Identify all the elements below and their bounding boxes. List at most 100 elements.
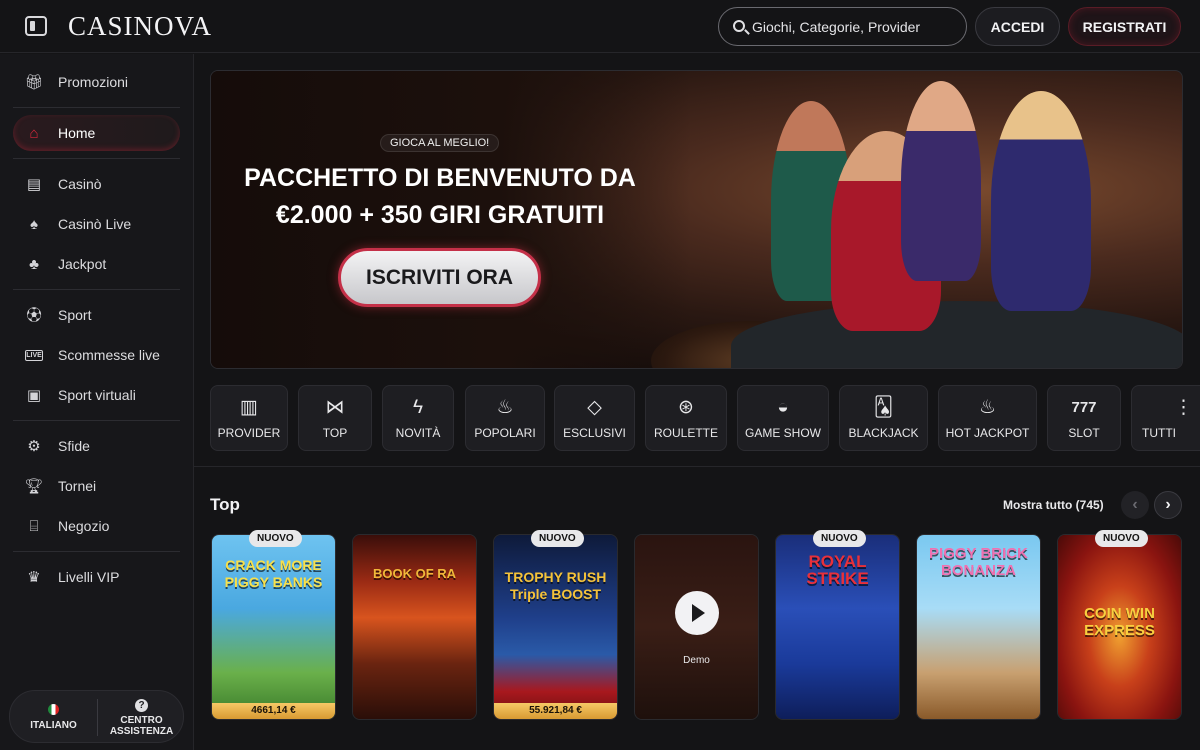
category-blackjack[interactable]: 🂡︎ BLACKJACK [839,385,928,451]
diamond-icon: ◇ [587,397,602,418]
italy-flag-icon [48,704,59,715]
clover-icon: ♣ [29,255,39,273]
sidebar-item-label: Jackpot [58,256,107,272]
carousel-prev-button[interactable]: ‹ [1121,491,1149,519]
login-button[interactable]: ACCEDI [975,7,1060,46]
sidebar-item-casino-live[interactable]: ♠ Casinò Live [13,206,180,242]
chevron-right-icon: › [1165,496,1171,513]
play-demo-button[interactable] [675,591,719,635]
sidebar-item-sfide[interactable]: ⚙︎ Sfide [13,428,180,464]
game-card[interactable]: TROPHY RUSH Triple BOOST 55.921,84 € [493,534,618,720]
support-label-line1: CENTRO [120,714,163,726]
sidebar-item-sport[interactable]: ⚽︎ Sport [13,297,180,333]
sidebar-item-casino[interactable]: ▤ Casinò [13,166,180,202]
live-badge-icon: LIVE [25,349,43,361]
category-label: TUTTI [1142,426,1176,440]
register-button[interactable]: REGISTRATI [1068,7,1181,46]
sidebar-item-label: Negozio [58,518,110,534]
game-title: BOOK OF RA [372,566,457,581]
signup-cta-button[interactable]: ISCRIVITI ORA [338,248,541,307]
sidebar-item-label: Livelli VIP [58,569,120,585]
casino-logo[interactable]: CASINOVA [68,11,212,42]
sidebar-item-sport-virtuali[interactable]: ▣ Sport virtuali [13,377,180,413]
sidebar-item-promozioni[interactable]: 🎁︎ Promozioni [13,64,180,100]
category-provider[interactable]: ▥ PROVIDER [210,385,288,451]
bowtie-icon: ⋈ [325,397,345,418]
support-center-button[interactable]: ? CENTRO ASSISTENZA [98,691,185,744]
category-esclusivi[interactable]: ◇ ESCLUSIVI [554,385,635,451]
category-label: NOVITÀ [395,426,441,440]
sidebar-item-label: Sfide [58,438,90,454]
casino-table-art [731,301,1182,368]
challenge-icon: ⚙︎ [27,437,41,455]
virtual-sport-icon: ▣ [26,386,42,404]
sidebar-item-scommesse-live[interactable]: LIVE Scommesse live [13,337,180,373]
category-hot-jackpot[interactable]: ♨︎ HOT JACKPOT [938,385,1037,451]
flame-icon: ♨︎ [496,397,514,418]
category-label: BLACKJACK [848,426,919,440]
category-label: ROULETTE [653,426,718,440]
search-icon [733,20,745,32]
hot-money-icon: ♨︎ [978,397,997,418]
hero-figure [991,91,1091,311]
sidebar-item-label: Sport [58,307,92,323]
language-label: ITALIANO [30,720,77,731]
game-card[interactable]: ROYAL STRIKE [775,534,900,720]
category-top[interactable]: ⋈ TOP [298,385,372,451]
game-thumbnail [494,535,617,719]
sidebar-item-tornei[interactable]: 🏆︎ Tornei [13,468,180,504]
hero-title-line1: PACCHETTO DI BENVENUTO DA [244,164,636,192]
category-label: PROVIDER [217,426,281,440]
gift-icon: 🎁︎ [24,73,44,91]
category-label: GAME SHOW [744,426,821,440]
category-popolari[interactable]: ♨︎ POPOLARI [465,385,545,451]
sidebar-item-home[interactable]: ⌂ Home [13,115,180,151]
game-card[interactable]: CRACK MORE PIGGY BANKS 4661,14 € [211,534,336,720]
game-jackpot: 55.921,84 € [494,703,617,719]
game-title: CRACK MORE PIGGY BANKS [224,557,323,590]
category-tutti[interactable]: ⋮ TUTTI [1131,385,1200,451]
sidebar-item-label: Promozioni [58,74,129,90]
category-game-show[interactable]: ◒ GAME SHOW [737,385,829,451]
sidebar-item-label: Scommesse live [58,347,160,363]
section-divider [194,466,1200,467]
sidebar-toggle-icon[interactable] [25,16,47,36]
help-icon: ? [135,698,148,712]
sidebar-divider [13,420,180,421]
sidebar-item-jackpot[interactable]: ♣ Jackpot [13,246,180,282]
top-header: CASINOVA Giochi, Categorie, Provider ACC… [0,0,1200,53]
category-roulette[interactable]: ⊛ ROULETTE [645,385,727,451]
carousel-next-button[interactable]: › [1154,491,1182,519]
game-jackpot: 4661,14 € [212,703,335,719]
game-card[interactable]: BOOK OF RA [352,534,477,720]
chevron-left-icon: ‹ [1132,496,1138,513]
game-card[interactable]: PIGGY BRICK BONANZA [916,534,1041,720]
category-label: SLOT [1068,426,1100,440]
sidebar-divider [13,289,180,290]
section-title: Top [210,495,240,514]
cards-icon: 🂡︎ [873,397,894,418]
sidebar-item-negozio[interactable]: ⌸ Negozio [13,508,180,544]
language-selector[interactable]: ITALIANO [10,691,97,744]
sidebar-item-livelli-vip[interactable]: ♛ Livelli VIP [13,559,180,595]
book-icon: ▥ [240,397,258,418]
shop-icon: ⌸ [29,517,39,535]
demo-label: Demo [683,655,710,666]
search-input[interactable]: Giochi, Categorie, Provider [718,7,967,46]
live-dealer-icon: ♠ [30,215,38,233]
game-card[interactable]: Demo [634,534,759,720]
sidebar-divider [13,551,180,552]
game-card[interactable]: COIN WIN EXPRESS [1057,534,1182,720]
game-title: PIGGY BRICK BONANZA [929,545,1028,579]
slot-machine-icon: ▤ [26,175,42,193]
lightning-icon: ϟ [412,397,424,418]
soccer-ball-icon: ⚽︎ [26,306,42,324]
search-placeholder: Giochi, Categorie, Provider [752,19,921,35]
sidebar-item-label: Sport virtuali [58,387,136,403]
mask-icon: ◒ [777,397,789,418]
hero-title-line2: €2.000 + 350 GIRI GRATUITI [275,201,605,229]
game-title: COIN WIN EXPRESS [1084,605,1155,639]
show-all-link[interactable]: Mostra tutto (745) [1003,498,1104,512]
category-slot[interactable]: 777 SLOT [1047,385,1121,451]
category-novita[interactable]: ϟ NOVITÀ [382,385,454,451]
